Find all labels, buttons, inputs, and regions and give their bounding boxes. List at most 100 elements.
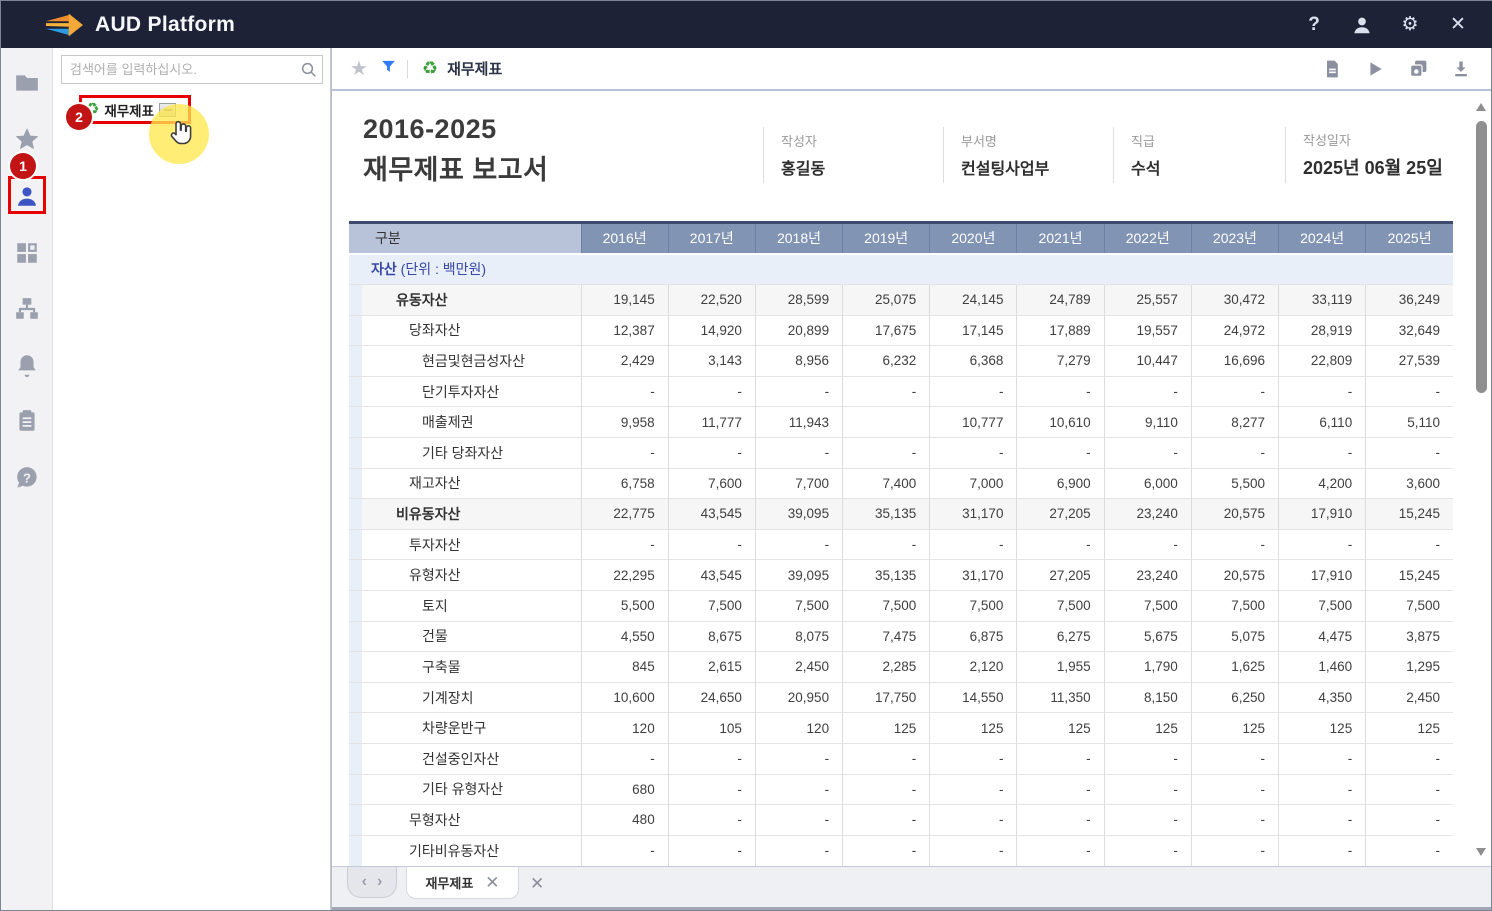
cell-value: 125 — [1366, 713, 1453, 744]
cell-value: 2,450 — [1366, 682, 1453, 713]
cell-value: 6,758 — [581, 468, 668, 499]
tab-prev-icon[interactable]: ‹ — [362, 874, 367, 890]
cell-value: 20,575 — [1191, 560, 1278, 591]
cell-value: 5,075 — [1191, 621, 1278, 652]
cell-value: 6,232 — [843, 346, 930, 377]
cell-value: 125 — [1279, 713, 1366, 744]
table-row: 구축물8452,6152,4502,2852,1201,9551,7901,62… — [349, 652, 1453, 683]
run-play-icon[interactable] — [1363, 57, 1387, 81]
cell-value: - — [1191, 376, 1278, 407]
tab-nav-group: ‹ › — [347, 867, 397, 898]
cell-value: - — [581, 835, 668, 866]
cell-value: 11,943 — [755, 407, 842, 438]
cell-value: 16,696 — [1191, 346, 1278, 377]
tab-next-icon[interactable]: › — [377, 874, 382, 890]
header-year: 2021년 — [1017, 223, 1104, 254]
cell-value: 6,110 — [1279, 407, 1366, 438]
download-icon[interactable] — [1449, 57, 1473, 81]
row-label: 건설중인자산 — [349, 743, 581, 774]
cell-value: 7,500 — [1366, 590, 1453, 621]
cell-value: 11,350 — [1017, 682, 1104, 713]
help-icon[interactable]: ? — [1301, 12, 1327, 38]
cell-value: 3,143 — [668, 346, 755, 377]
row-label: 기타 유형자산 — [349, 774, 581, 805]
cell-value: 17,750 — [843, 682, 930, 713]
cell-value: - — [1017, 529, 1104, 560]
cell-value: - — [1104, 437, 1191, 468]
cell-value: - — [843, 743, 930, 774]
table-row: 차량운반구120105120125125125125125125125 — [349, 713, 1453, 744]
cell-value: - — [668, 774, 755, 805]
table-row: 건물4,5508,6758,0757,4756,8756,2755,6755,0… — [349, 621, 1453, 652]
cell-value: 6,900 — [1017, 468, 1104, 499]
cell-value: - — [1279, 835, 1366, 866]
cell-value: - — [1366, 437, 1453, 468]
rail-notifications-icon[interactable] — [9, 347, 45, 383]
filter-icon[interactable] — [380, 58, 397, 80]
rail-tasks-icon[interactable] — [9, 403, 45, 439]
header-year: 2017년 — [668, 223, 755, 254]
cell-value: 845 — [581, 652, 668, 683]
row-label: 비유동자산 — [349, 499, 581, 530]
cell-value: - — [755, 835, 842, 866]
cell-value: - — [1104, 376, 1191, 407]
cell-value: - — [755, 774, 842, 805]
header-year: 2025년 — [1366, 223, 1453, 254]
rail-help-icon[interactable]: ? — [9, 460, 45, 496]
report-recycle-icon: ♻ — [422, 58, 438, 79]
row-label: 기타 당좌자산 — [349, 437, 581, 468]
cell-value: - — [755, 743, 842, 774]
cell-value: 2,615 — [668, 652, 755, 683]
cell-value: 10,600 — [581, 682, 668, 713]
search-icon[interactable] — [296, 61, 322, 79]
vertical-scrollbar[interactable] — [1475, 101, 1488, 858]
rail-organization-icon[interactable] — [9, 291, 45, 327]
document-icon[interactable] — [1320, 57, 1344, 81]
cell-value: 25,557 — [1104, 285, 1191, 316]
cell-value: 23,240 — [1104, 499, 1191, 530]
cell-value: 27,539 — [1366, 346, 1453, 377]
scroll-down-icon[interactable] — [1476, 848, 1486, 856]
cell-value: 17,910 — [1279, 560, 1366, 591]
cell-value: 4,200 — [1279, 468, 1366, 499]
favorite-star-icon[interactable]: ★ — [350, 56, 368, 81]
close-window-icon[interactable]: ✕ — [1445, 12, 1471, 38]
cell-value: - — [755, 437, 842, 468]
cell-value: 24,789 — [1017, 285, 1104, 316]
cell-value: 31,170 — [930, 499, 1017, 530]
scroll-up-icon[interactable] — [1476, 103, 1486, 111]
cell-value: 22,809 — [1279, 346, 1366, 377]
scrollbar-thumb[interactable] — [1476, 121, 1487, 393]
row-label: 기타비유동자산 — [349, 835, 581, 866]
search-box — [61, 55, 323, 84]
search-input[interactable] — [62, 62, 296, 77]
bottom-tabbar: ‹ › 재무제표 ✕ ✕ — [332, 867, 1491, 910]
close-all-tabs-icon[interactable]: ✕ — [530, 875, 544, 892]
cell-value: 9,958 — [581, 407, 668, 438]
cell-value: - — [843, 376, 930, 407]
cell-value: - — [930, 743, 1017, 774]
save-copy-icon[interactable] — [1406, 57, 1430, 81]
settings-gear-icon[interactable]: ⚙ — [1397, 12, 1423, 38]
rail-favorites-icon[interactable] — [9, 121, 45, 157]
row-label: 당좌자산 — [349, 315, 581, 346]
cell-value: - — [1279, 805, 1366, 836]
cell-value: 4,350 — [1279, 682, 1366, 713]
row-label: 현금및현금성자산 — [349, 346, 581, 377]
cell-value: 32,649 — [1366, 315, 1453, 346]
cell-value: 25,075 — [843, 285, 930, 316]
user-icon[interactable] — [1349, 12, 1375, 38]
table-row: 기계장치10,60024,65020,95017,75014,55011,350… — [349, 682, 1453, 713]
top-navbar: AUD Platform ? ⚙ ✕ — [1, 1, 1492, 48]
rail-folder-icon[interactable] — [9, 65, 45, 101]
cell-value — [843, 407, 930, 438]
cell-value: - — [1104, 835, 1191, 866]
cell-value: - — [1104, 774, 1191, 805]
rail-modules-icon[interactable] — [9, 235, 45, 271]
section-row-assets: 자산 (단위 : 백만원) — [349, 254, 1453, 285]
tab-financial-statements[interactable]: 재무제표 ✕ — [406, 867, 519, 899]
cell-value: - — [1191, 805, 1278, 836]
table-row: 유형자산22,29543,54539,09535,13531,17027,205… — [349, 560, 1453, 591]
row-label: 건물 — [349, 621, 581, 652]
tab-close-icon[interactable]: ✕ — [485, 874, 499, 891]
